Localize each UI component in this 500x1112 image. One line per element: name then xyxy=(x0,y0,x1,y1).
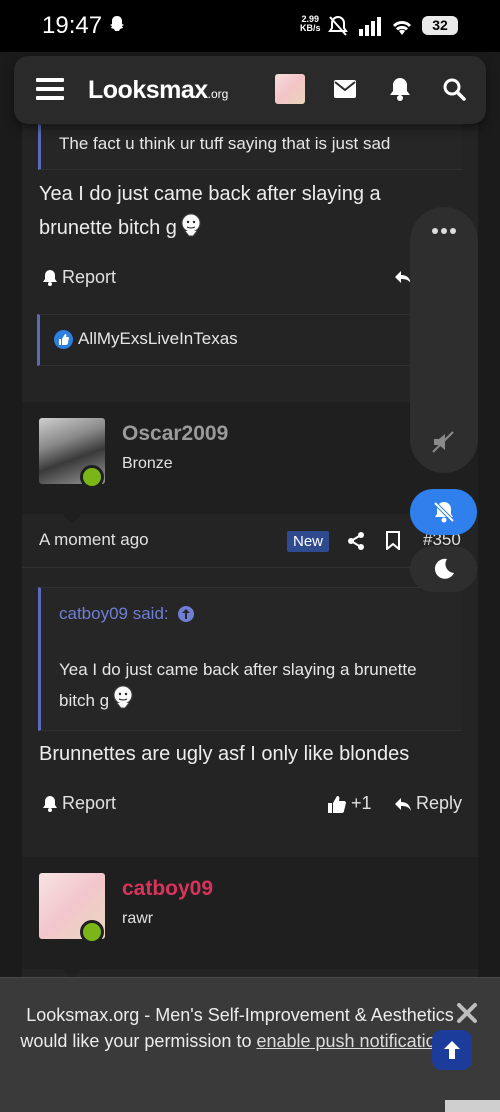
reaction-user[interactable]: AllMyExsLiveInTexas xyxy=(78,329,238,349)
post-2-quote: catboy09 said: Yea I do just came back a… xyxy=(38,587,462,731)
mute-sound-icon[interactable] xyxy=(431,430,455,454)
bell-icon xyxy=(43,270,57,286)
bell-off-icon xyxy=(433,501,455,523)
battery-indicator: 32 xyxy=(422,16,458,35)
status-bar: 19:47 2.99 KB/s 32 xyxy=(0,0,500,52)
online-indicator xyxy=(80,465,104,489)
arrow-up-circle-icon xyxy=(177,606,194,622)
signal-icon xyxy=(359,17,381,36)
mute-notifications-button[interactable] xyxy=(410,489,477,535)
emoji-icon xyxy=(113,685,133,709)
bell-icon[interactable] xyxy=(389,77,411,101)
post-3-user-block: catboy09 rawr xyxy=(22,857,478,969)
top-navbar: Looksmax.org xyxy=(14,56,486,124)
post-2: catboy09 said: Yea I do just came back a… xyxy=(22,569,478,849)
new-badge: New xyxy=(287,531,330,552)
snapchat-icon xyxy=(110,16,124,31)
bell-icon xyxy=(43,796,57,812)
user-title: rawr xyxy=(122,910,154,927)
mute-bell-icon xyxy=(328,15,348,36)
menu-icon[interactable] xyxy=(36,77,64,101)
post-2-report-button[interactable]: Report xyxy=(42,793,116,814)
more-options-icon[interactable] xyxy=(431,227,457,235)
quote-author-link[interactable]: catboy09 said: xyxy=(59,604,195,624)
gesture-bar xyxy=(445,1100,500,1112)
like-button[interactable]: +1 xyxy=(327,793,372,814)
push-permission-banner: Looksmax.org - Men's Self-Improvement & … xyxy=(0,977,500,1112)
enable-push-link[interactable]: enable push notifications xyxy=(256,1031,454,1051)
username[interactable]: catboy09 xyxy=(122,877,213,901)
arrow-up-icon xyxy=(444,1041,460,1059)
status-time: 19:47 xyxy=(42,12,103,39)
post-time[interactable]: A moment ago xyxy=(39,530,149,550)
bookmark-icon[interactable] xyxy=(386,531,400,550)
online-indicator xyxy=(80,920,104,944)
wifi-icon xyxy=(392,21,412,35)
post-2-message: Brunnettes are ugly asf I only like blon… xyxy=(39,743,410,765)
mail-icon[interactable] xyxy=(334,80,356,98)
post-1-message: Yea I do just came back after slaying a … xyxy=(39,183,381,239)
dark-mode-button[interactable] xyxy=(410,546,477,592)
emoji-icon xyxy=(181,213,201,237)
reply-button[interactable]: Reply xyxy=(394,793,462,814)
reply-icon xyxy=(395,797,411,811)
thumbs-up-icon xyxy=(328,795,346,813)
user-avatar[interactable] xyxy=(275,74,305,104)
search-icon[interactable] xyxy=(442,77,466,101)
post-1-report-button[interactable]: Report xyxy=(42,267,116,288)
like-icon xyxy=(54,330,73,349)
push-permission-text: Looksmax.org - Men's Self-Improvement & … xyxy=(20,1005,459,1051)
user-title: Bronze xyxy=(122,455,173,472)
site-logo[interactable]: Looksmax.org xyxy=(88,76,228,105)
post-1-quote: The fact u think ur tuff saying that is … xyxy=(38,124,462,170)
close-icon[interactable] xyxy=(456,1002,478,1024)
moon-icon xyxy=(434,558,454,579)
floating-controls xyxy=(410,207,478,473)
post-2-meta: A moment ago New #350 xyxy=(22,514,478,568)
username[interactable]: Oscar2009 xyxy=(122,422,228,446)
share-icon[interactable] xyxy=(347,531,365,551)
network-speed: 2.99 KB/s xyxy=(300,14,321,33)
scroll-to-top-button[interactable] xyxy=(432,1030,472,1070)
